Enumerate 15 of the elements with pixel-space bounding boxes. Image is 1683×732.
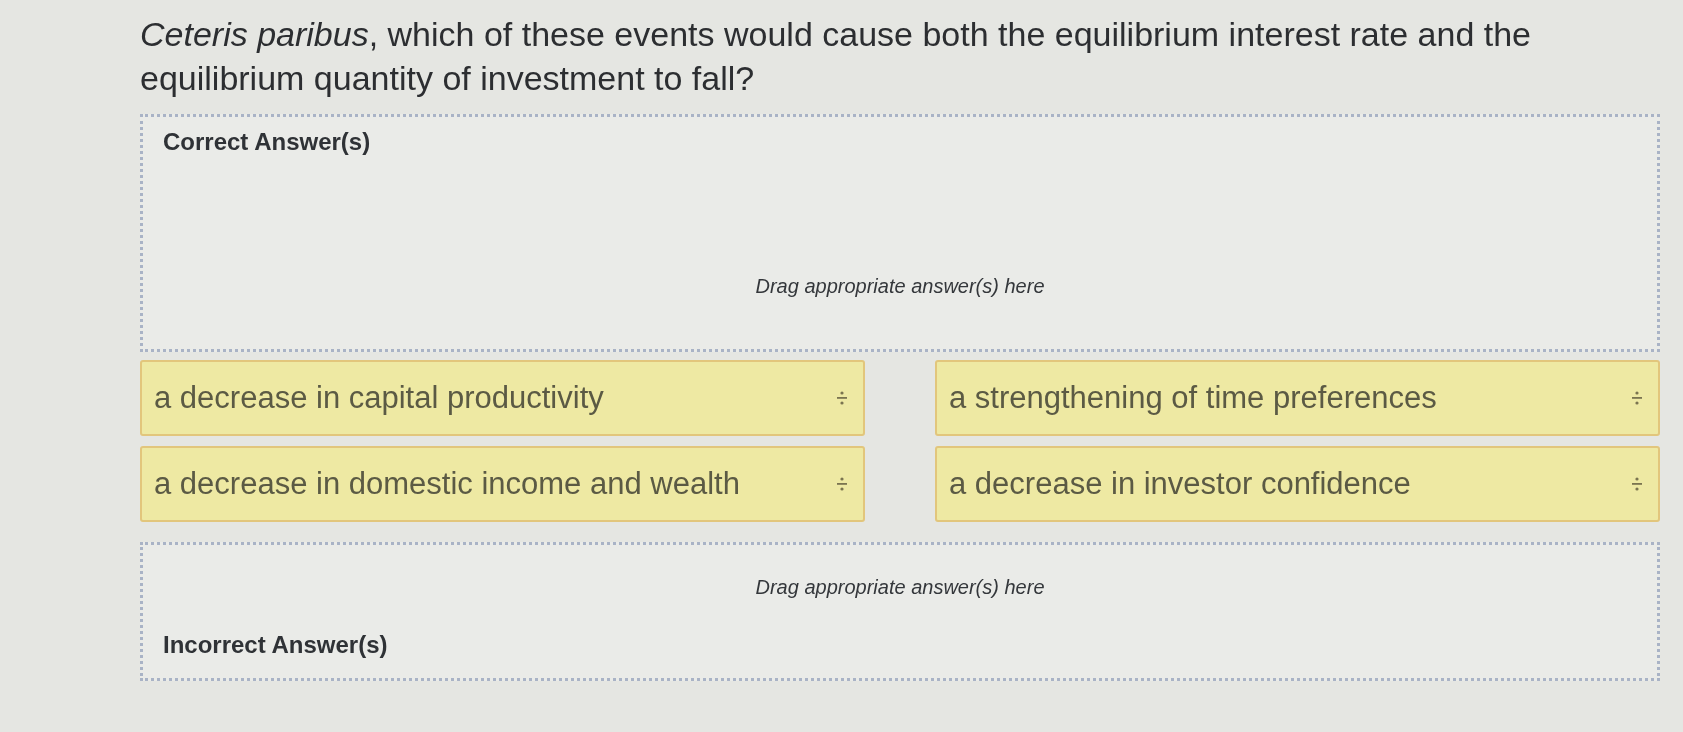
answer-choice[interactable]: a decrease in domestic income and wealth <box>140 446 865 522</box>
answer-choice[interactable]: a strengthening of time preferences <box>935 360 1660 436</box>
drop-zone[interactable]: Drag appropriate answer(s) here Incorrect Answer(s) <box>140 542 1660 681</box>
answer-choice[interactable]: a decrease in investor confidence <box>935 446 1660 522</box>
drag-handle-icon <box>837 477 847 491</box>
drop-zone-hint: Drag appropriate answer(s) here <box>755 575 1045 600</box>
question-text: Ceteris paribus, which of these events would cause both the equilibrium interest rate and the equilibrium quantity of investment to fall? <box>140 14 1532 99</box>
drop-zone-label: Incorrect Answer(s) <box>163 630 388 660</box>
drop-zone[interactable]: Correct Answer(s) Drag appropriate answer(s) here <box>140 114 1660 352</box>
drop-zone-hint: Drag appropriate answer(s) here <box>755 274 1045 299</box>
drag-handle-icon <box>1632 391 1642 405</box>
drag-handle-icon <box>1632 477 1642 491</box>
drop-zone-label: Correct Answer(s) <box>163 128 371 155</box>
drag-handle-icon <box>837 391 847 405</box>
answer-choice[interactable]: a decrease in capital productivity <box>140 360 865 436</box>
